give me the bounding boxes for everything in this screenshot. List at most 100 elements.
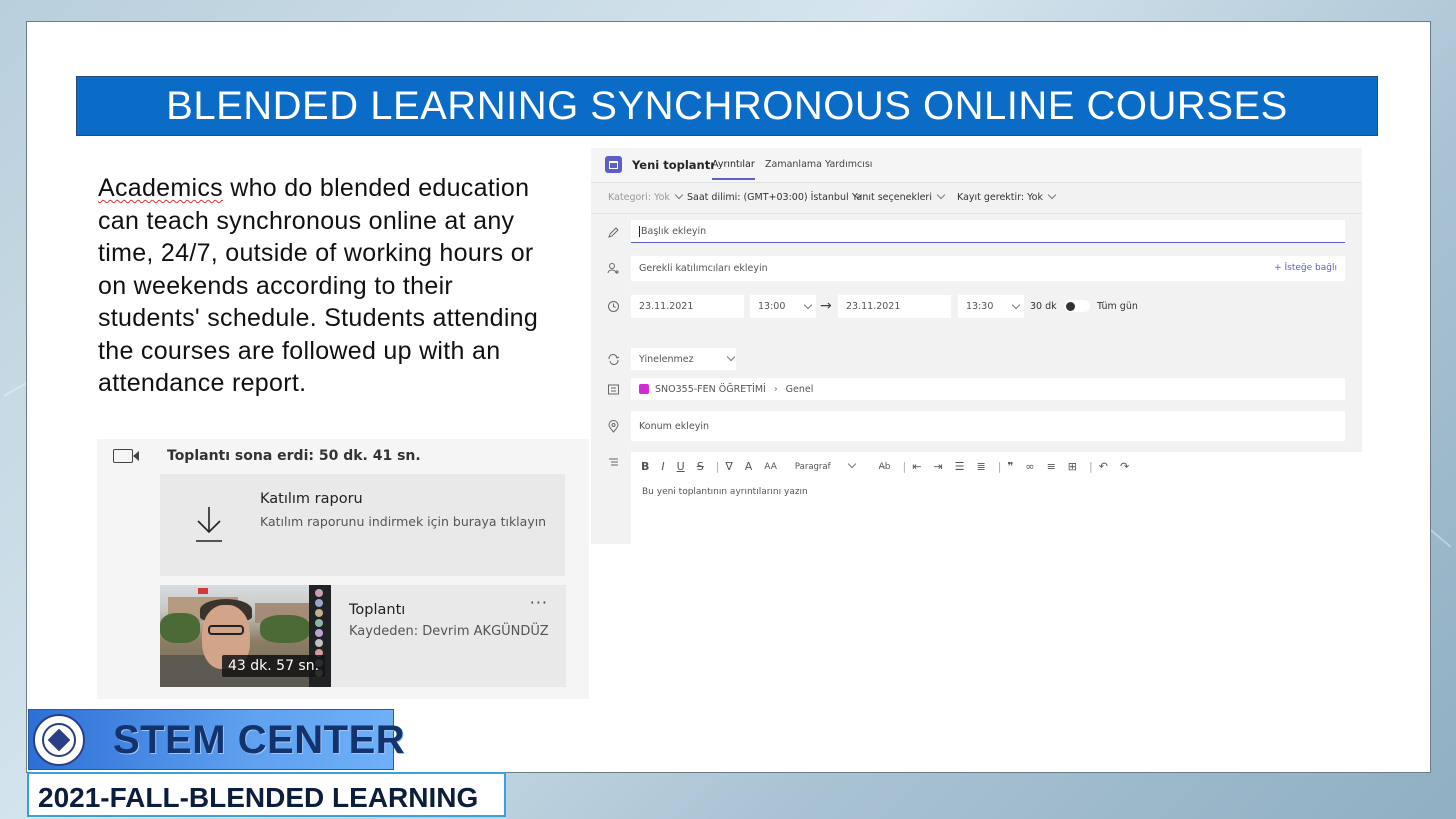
meeting-ended-row: Toplantı sona erdi: 50 dk. 41 sn.	[97, 439, 589, 473]
start-date-picker[interactable]: 23.11.2021	[631, 295, 744, 318]
tab-details[interactable]: Ayrıntılar	[712, 159, 755, 180]
slide-title-bar: BLENDED LEARNING SYNCHRONOUS ONLINE COUR…	[76, 76, 1378, 136]
options-bar: Kategori: Yok Saat dilimi: (GMT+03:00) İ…	[591, 182, 1362, 214]
quote-icon[interactable]: ❞	[1007, 460, 1013, 473]
repeat-value: Yinelenmez	[639, 353, 694, 365]
bullet-list-icon[interactable]: ☰	[955, 460, 965, 473]
redo-icon[interactable]: ↷	[1120, 460, 1129, 473]
more-options-icon[interactable]: ···	[530, 593, 548, 612]
chevron-down-icon	[726, 352, 735, 362]
numbered-list-icon[interactable]: ≣	[977, 460, 986, 473]
chevron-down-icon	[1047, 190, 1057, 200]
clear-format-icon[interactable]: A̶b	[879, 462, 891, 472]
attendees-placeholder: Gerekli katılımcıları ekleyin	[639, 263, 768, 274]
title-placeholder: Başlık ekleyin	[639, 225, 707, 237]
highlight-icon[interactable]: ∇	[725, 460, 732, 473]
clock-icon	[608, 301, 619, 312]
end-time: 13:30	[966, 301, 994, 312]
teams-new-meeting-form: Yeni toplantı Ayrıntılar Zamanlama Yardı…	[591, 148, 1362, 544]
start-date: 23.11.2021	[639, 301, 694, 312]
channel-icon	[608, 384, 619, 395]
repeat-icon	[608, 354, 620, 365]
all-day-label: Tüm gün	[1097, 301, 1138, 312]
stem-center-banner: STEM CENTER	[28, 709, 405, 770]
body-rest: who do blended education can teach synch…	[98, 174, 539, 397]
channel-selector[interactable]: SNO355-FEN ÖĞRETİMİ › Genel	[631, 378, 1345, 400]
end-date-picker[interactable]: 23.11.2021	[838, 295, 951, 318]
recording-required-dropdown[interactable]: Kayıt gerektir: Yok	[957, 190, 1057, 203]
slide-body-text: Academics who do blended education can t…	[98, 172, 548, 438]
response-options-dropdown[interactable]: Yanıt seçenekleri	[852, 190, 946, 203]
body-first-word: Academics	[98, 174, 223, 202]
font-size-icon[interactable]: AA	[764, 462, 777, 472]
font-color-icon[interactable]: A	[745, 460, 753, 473]
decrease-indent-icon[interactable]: ⇤	[912, 460, 921, 473]
toolbar-divider: |	[997, 460, 1002, 473]
recording-label: Kayıt gerektir: Yok	[957, 192, 1043, 203]
form-title: Yeni toplantı	[632, 158, 715, 172]
end-date: 23.11.2021	[846, 301, 901, 312]
italic-icon[interactable]: I	[661, 460, 664, 473]
attendance-panel: Toplantı sona erdi: 50 dk. 41 sn. Katılı…	[97, 439, 589, 699]
recording-duration: 43 dk. 57 sn.	[222, 655, 326, 677]
table-icon[interactable]: ⊞	[1068, 460, 1077, 473]
report-subtitle: Katılım raporunu indirmek için buraya tı…	[260, 514, 547, 529]
details-editor[interactable]: B I U S | ∇ A AA Paragraf A̶b | ⇤ ⇥ ☰ ≣ …	[631, 452, 1362, 544]
underline-icon[interactable]: U	[677, 460, 685, 473]
add-people-icon	[607, 263, 619, 274]
horizontal-rule-icon[interactable]: ≡	[1047, 460, 1056, 473]
form-header: Yeni toplantı Ayrıntılar Zamanlama Yardı…	[591, 148, 1362, 182]
video-camera-icon	[113, 449, 139, 463]
details-list-icon	[609, 458, 618, 466]
all-day-toggle[interactable]	[1064, 300, 1090, 312]
tab-scheduling-assistant[interactable]: Zamanlama Yardımcısı	[765, 159, 872, 170]
chevron-down-icon	[1012, 300, 1021, 309]
slide-title: BLENDED LEARNING SYNCHRONOUS ONLINE COUR…	[166, 83, 1288, 128]
strikethrough-icon[interactable]: S	[697, 460, 704, 473]
stem-center-label: STEM CENTER	[113, 718, 406, 762]
paragraph-dropdown[interactable]: Paragraf	[794, 459, 867, 472]
start-time-dropdown[interactable]: 13:00	[750, 295, 816, 318]
location-placeholder: Konum ekleyin	[639, 420, 709, 432]
download-icon	[196, 507, 222, 542]
recording-thumbnail[interactable]: 43 dk. 57 sn.	[160, 585, 331, 687]
bold-icon[interactable]: B	[641, 460, 649, 473]
formatting-toolbar: B I U S | ∇ A AA Paragraf A̶b | ⇤ ⇥ ☰ ≣ …	[641, 459, 1141, 473]
category-dropdown[interactable]: Kategori: Yok	[608, 190, 684, 203]
title-input[interactable]: Başlık ekleyin	[631, 220, 1345, 243]
toolbar-divider: |	[1089, 460, 1093, 473]
increase-indent-icon[interactable]: ⇥	[933, 460, 942, 473]
arrow-right-icon: →	[820, 298, 832, 314]
timezone-dropdown[interactable]: Saat dilimi: (GMT+03:00) İstanbul	[687, 190, 862, 203]
location-pin-icon	[608, 420, 619, 433]
editor-placeholder: Bu yeni toplantının ayrıntılarını yazın	[642, 487, 808, 497]
university-seal-logo	[33, 714, 85, 766]
link-icon[interactable]: ∞	[1025, 460, 1034, 473]
optional-attendees-link[interactable]: + İsteğe bağlı	[1274, 263, 1337, 273]
timezone-label: Saat dilimi: (GMT+03:00) İstanbul	[687, 192, 849, 203]
toolbar-divider: |	[902, 460, 907, 473]
chevron-down-icon	[936, 190, 946, 200]
category-label: Kategori: Yok	[608, 192, 670, 203]
attendees-input[interactable]: Gerekli katılımcıları ekleyin + İsteğe b…	[631, 256, 1345, 281]
team-color-badge-icon	[639, 384, 649, 394]
repeat-dropdown[interactable]: Yinelenmez	[631, 348, 736, 370]
undo-icon[interactable]: ↶	[1099, 460, 1108, 473]
chevron-down-icon	[847, 459, 856, 468]
recording-card[interactable]: 43 dk. 57 sn. Toplantı Kaydeden: Devrim …	[160, 585, 566, 687]
chevron-down-icon	[804, 300, 813, 309]
paragraph-label: Paragraf	[794, 461, 831, 472]
pencil-icon	[608, 227, 619, 238]
duration-label: 30 dk	[1030, 301, 1057, 312]
start-time: 13:00	[758, 301, 786, 312]
attendance-report-card[interactable]: Katılım raporu Katılım raporunu indirmek…	[160, 474, 565, 576]
semester-label: 2021-FALL-BLENDED LEARNING	[38, 782, 479, 813]
toolbar-divider: |	[715, 460, 720, 473]
recording-title: Toplantı	[349, 602, 406, 618]
end-time-dropdown[interactable]: 13:30	[958, 295, 1024, 318]
location-input[interactable]: Konum ekleyin	[631, 411, 1345, 441]
meeting-ended-text: Toplantı sona erdi: 50 dk. 41 sn.	[167, 448, 421, 464]
chevron-right-icon: ›	[773, 383, 778, 395]
semester-banner: 2021-FALL-BLENDED LEARNING	[27, 772, 506, 817]
slide: BLENDED LEARNING SYNCHRONOUS ONLINE COUR…	[26, 21, 1431, 773]
